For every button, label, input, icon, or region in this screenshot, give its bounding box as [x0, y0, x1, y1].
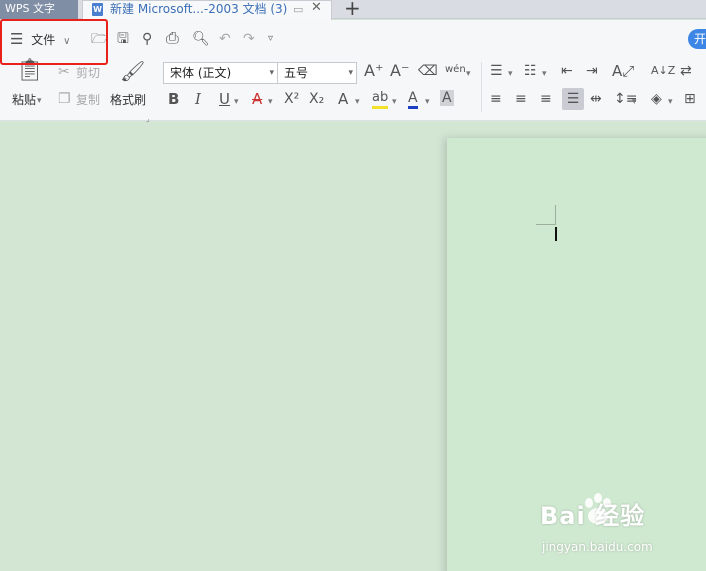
grow-font-icon[interactable]: A⁺: [364, 63, 383, 79]
ribbon-toolbar: ☰ 文件 ∨ 🗁 🖫 ⚲ ⎙ 🔍︎ ↶ ↷ ▿ 开 📋︎ 粘贴 ▾ ✂ 剪切 ❐…: [0, 20, 706, 123]
chevron-down-icon: ∨: [63, 36, 71, 47]
monitor-icon[interactable]: ▭: [293, 2, 303, 18]
align-left-icon[interactable]: ≡: [490, 91, 502, 107]
font-size-select[interactable]: 五号 ▾: [277, 62, 357, 84]
divider: [481, 62, 482, 112]
close-icon[interactable]: ✕: [311, 0, 322, 16]
show-marks-icon[interactable]: ⇄: [680, 63, 692, 79]
hamburger-icon: ☰: [10, 30, 24, 48]
shading-fill-icon[interactable]: ◈: [651, 91, 662, 107]
watermark-brand: Bai 经验: [540, 502, 646, 530]
text-cursor: [555, 227, 557, 241]
chevron-down-icon[interactable]: ▾: [466, 66, 471, 82]
page-margin-corner-mark: [555, 205, 556, 225]
chevron-down-icon[interactable]: ▾: [632, 94, 637, 110]
highlight-button[interactable]: ab: [372, 90, 389, 109]
align-right-icon[interactable]: ≡: [540, 91, 552, 107]
bold-button[interactable]: B: [168, 91, 179, 107]
chevron-down-icon: ▾: [348, 68, 353, 78]
font-name-select[interactable]: 宋体 (正文) ▾: [163, 62, 278, 84]
search-icon[interactable]: ⚲: [142, 31, 152, 47]
italic-button[interactable]: I: [195, 91, 201, 107]
font-size-value: 五号: [284, 66, 309, 80]
paste-dropdown-icon[interactable]: ▾: [37, 93, 42, 109]
print-icon[interactable]: ⎙: [166, 30, 179, 46]
shrink-font-icon[interactable]: A⁻: [390, 63, 409, 79]
chevron-down-icon[interactable]: ▾: [508, 66, 513, 82]
tab-wps-writer-label: WPS 文字: [5, 2, 55, 15]
chevron-down-icon: ▾: [269, 68, 274, 78]
strikethrough-button[interactable]: A: [252, 91, 262, 107]
borders-icon[interactable]: ⊞: [684, 91, 696, 107]
superscript-button[interactable]: X²: [284, 91, 299, 107]
copy-button[interactable]: 复制: [76, 92, 100, 108]
group-expand-icon[interactable]: ⌟: [146, 111, 150, 127]
format-painter-icon[interactable]: 🖌︎: [120, 61, 145, 81]
numbered-list-icon[interactable]: ☷: [524, 63, 537, 79]
font-name-value: 宋体 (正文): [170, 66, 232, 80]
tab-document[interactable]: W 新建 Microsoft...-2003 文档 (3) ▭ ✕: [82, 0, 332, 20]
text-effect-button[interactable]: A: [338, 91, 348, 107]
sort-icon[interactable]: A↓Z: [651, 63, 675, 79]
chevron-down-icon[interactable]: ▾: [355, 94, 360, 110]
word-document-icon: W: [92, 3, 103, 16]
character-shading-button[interactable]: A: [440, 90, 454, 106]
open-folder-icon[interactable]: 🗁: [91, 31, 108, 47]
format-painter-button[interactable]: 格式刷: [110, 92, 146, 108]
file-menu-label: 文件: [31, 33, 56, 47]
chevron-down-icon[interactable]: ▾: [668, 94, 673, 110]
redo-icon[interactable]: ↷: [243, 31, 255, 47]
eraser-icon[interactable]: ⌫: [418, 63, 438, 79]
subscript-button[interactable]: X₂: [309, 91, 324, 107]
align-center-icon[interactable]: ≡: [515, 91, 527, 107]
save-icon[interactable]: 🖫: [117, 31, 129, 47]
watermark-site: jingyan.baidu.com: [542, 540, 653, 554]
paste-button[interactable]: 粘贴: [12, 92, 36, 108]
distribute-icon[interactable]: ⇹: [590, 91, 602, 107]
copy-icon: ❐: [58, 91, 71, 107]
paste-icon[interactable]: 📋︎: [16, 60, 44, 82]
font-color-button[interactable]: A: [408, 90, 418, 109]
increase-indent-icon[interactable]: ⇥: [586, 63, 598, 79]
cut-button[interactable]: 剪切: [76, 65, 100, 81]
scissors-icon: ✂: [58, 64, 70, 80]
underline-button[interactable]: U: [219, 91, 230, 107]
tab-document-title: 新建 Microsoft...-2003 文档 (3): [110, 2, 288, 16]
more-dropdown-icon[interactable]: ▿: [268, 31, 273, 47]
chevron-down-icon[interactable]: ▾: [234, 94, 239, 110]
tab-wps-writer[interactable]: WPS 文字: [0, 0, 78, 19]
chevron-down-icon[interactable]: ▾: [425, 94, 430, 110]
right-button[interactable]: 开: [688, 29, 706, 49]
tab-bar: WPS 文字 W 新建 Microsoft...-2003 文档 (3) ▭ ✕…: [0, 0, 706, 20]
text-direction-icon[interactable]: A⤢: [612, 63, 634, 79]
justify-icon[interactable]: ☰: [562, 88, 584, 110]
chevron-down-icon[interactable]: ▾: [542, 66, 547, 82]
chevron-down-icon[interactable]: ▾: [268, 94, 273, 110]
phonetic-guide-icon[interactable]: wén: [445, 62, 466, 78]
file-menu-button[interactable]: ☰ 文件 ∨: [10, 29, 70, 49]
chevron-down-icon[interactable]: ▾: [392, 94, 397, 110]
new-tab-button[interactable]: +: [344, 0, 361, 20]
print-preview-icon[interactable]: 🔍︎: [192, 31, 210, 47]
decrease-indent-icon[interactable]: ⇤: [561, 63, 573, 79]
page-margin-corner-mark: [536, 224, 556, 225]
bullet-list-icon[interactable]: ☰: [490, 63, 503, 79]
undo-icon[interactable]: ↶: [219, 31, 231, 47]
